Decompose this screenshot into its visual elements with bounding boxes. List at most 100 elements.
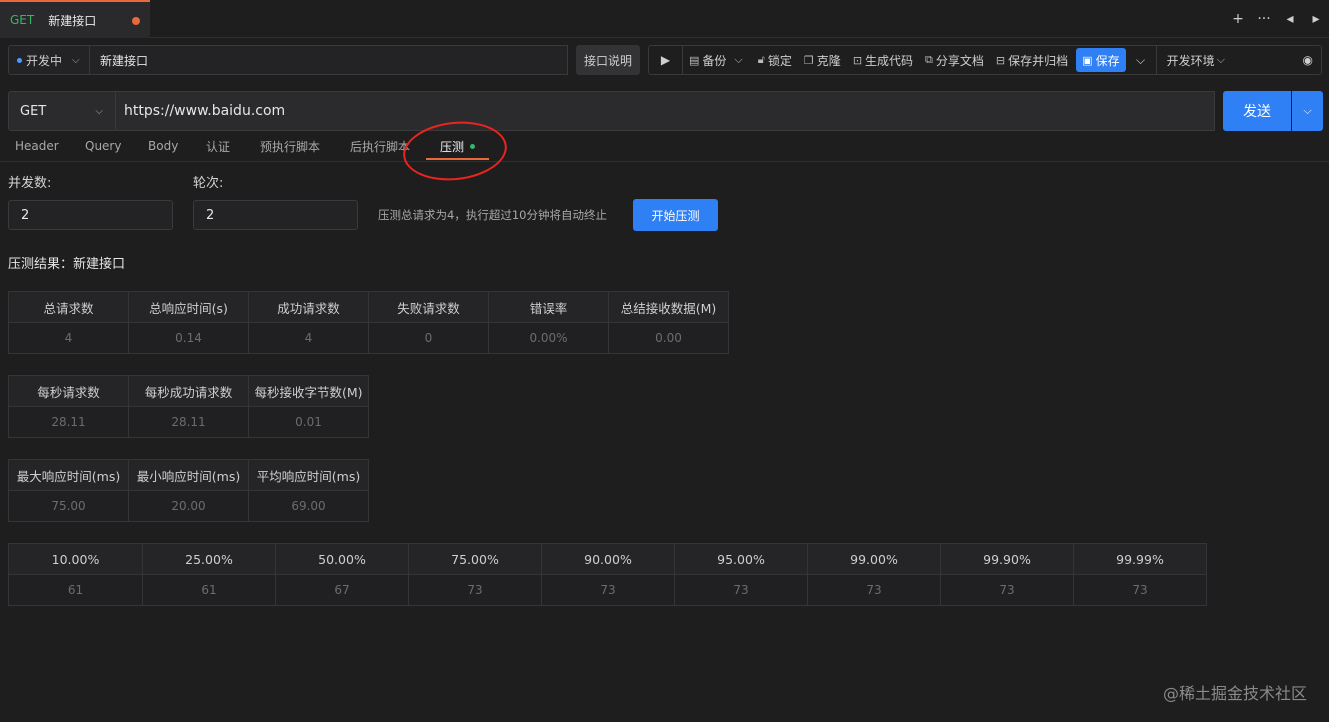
environment-select[interactable]: 开发环境 ⌵ <box>1155 46 1234 74</box>
clone-button[interactable]: ❐ 克隆 <box>798 46 847 74</box>
tab-pre-script[interactable]: 预执行脚本 <box>260 131 320 161</box>
tab-auth[interactable]: 认证 <box>206 131 230 161</box>
table-cell: 73 <box>408 574 542 606</box>
table-cell: 0.14 <box>128 322 249 354</box>
table-header: 99.99% <box>1073 543 1207 575</box>
tab-bar: GET 新建接口 + ··· ◂ ▸ <box>0 0 1329 38</box>
share-icon: ⧉ <box>925 53 933 66</box>
table-cell: 73 <box>807 574 941 606</box>
table-cell: 20.00 <box>128 490 249 522</box>
eye-icon: ◉ <box>1302 53 1313 67</box>
view-environment-button[interactable]: ◉ <box>1297 46 1321 74</box>
status-dot-icon <box>17 57 22 63</box>
chevron-down-icon: ⌵ <box>734 53 743 66</box>
tab-title: 新建接口 <box>48 13 97 28</box>
tab-query[interactable]: Query <box>85 131 121 161</box>
url-input[interactable]: https://www.baidu.com <box>116 91 1215 131</box>
table-cell: 69.00 <box>248 490 369 522</box>
send-button[interactable]: 发送 <box>1223 91 1291 131</box>
table-header: 99.90% <box>940 543 1074 575</box>
table-header: 最小响应时间(ms) <box>128 459 249 491</box>
watermark: @稀土掘金技术社区 <box>1162 684 1307 703</box>
send-options-button[interactable]: ⌵ <box>1292 91 1323 131</box>
share-doc-label: 分享文档 <box>935 53 984 68</box>
table-cell: 0.00 <box>608 322 729 354</box>
table-cell: 73 <box>1073 574 1207 606</box>
save-button[interactable]: ▣ 保存 <box>1076 48 1126 72</box>
unsaved-dot-icon <box>132 17 140 25</box>
rounds-label: 轮次: <box>193 176 224 191</box>
stress-test-hint: 压测总请求为4，执行超过10分钟将自动终止 <box>378 208 607 222</box>
lock-label: 锁定 <box>767 53 792 68</box>
generate-code-label: 生成代码 <box>865 53 914 68</box>
table-header: 50.00% <box>275 543 409 575</box>
table-header: 总响应时间(s) <box>128 291 249 323</box>
tab-post-script[interactable]: 后执行脚本 <box>350 131 410 161</box>
table-header: 失败请求数 <box>368 291 489 323</box>
more-icon[interactable]: ··· <box>1251 11 1277 27</box>
start-stress-test-button[interactable]: 开始压测 <box>633 199 718 231</box>
concurrency-input[interactable]: 2 <box>8 200 173 230</box>
clone-icon: ❐ <box>803 53 814 67</box>
table-header: 10.00% <box>8 543 143 575</box>
rounds-input[interactable]: 2 <box>193 200 358 230</box>
environment-label: 开发环境 <box>1166 53 1215 68</box>
save-options-button[interactable]: ⌵ <box>1126 46 1156 74</box>
table-cell: 73 <box>674 574 808 606</box>
status-select[interactable]: 开发中 ⌵ <box>8 45 90 75</box>
table-cell: 4 <box>248 322 369 354</box>
table-cell: 73 <box>541 574 675 606</box>
table-cell: 28.11 <box>8 406 129 438</box>
backup-label: 备份 <box>702 53 727 68</box>
table-header: 总结接收数据(M) <box>608 291 729 323</box>
table-cell: 75.00 <box>8 490 129 522</box>
save-archive-label: 保存并归档 <box>1008 53 1069 68</box>
table-header: 最大响应时间(ms) <box>8 459 129 491</box>
table-header: 每秒请求数 <box>8 375 129 407</box>
share-doc-button[interactable]: ⧉ 分享文档 <box>919 46 990 74</box>
generate-code-button[interactable]: ⊡ 生成代码 <box>847 46 919 74</box>
scroll-left-icon[interactable]: ◂ <box>1277 11 1303 27</box>
action-toolbar: ▶ ▤ 备份 ⌵ 🔓︎ 锁定 ❐ 克隆 ⊡ 生成代码 ⧉ 分享文档 ⊟ 保存并归档 ▣ 保存 ⌵… <box>648 45 1322 75</box>
table-header: 平均响应时间(ms) <box>248 459 369 491</box>
chevron-down-icon: ⌵ <box>72 54 80 66</box>
tab-header[interactable]: Header <box>15 131 59 161</box>
table-cell: 0.00% <box>488 322 609 354</box>
table-header: 90.00% <box>541 543 675 575</box>
api-name-input[interactable]: 新建接口 <box>90 45 568 75</box>
save-icon: ▣ <box>1082 53 1093 67</box>
tab-body[interactable]: Body <box>148 131 178 161</box>
tab-method: GET <box>10 13 35 27</box>
table-header: 25.00% <box>142 543 276 575</box>
save-archive-button[interactable]: ⊟ 保存并归档 <box>990 46 1074 74</box>
table-header: 每秒接收字节数(M) <box>248 375 369 407</box>
archive-icon: ⊟ <box>995 53 1006 67</box>
backup-button[interactable]: ▤ 备份 ⌵ <box>683 46 752 74</box>
table-cell: 61 <box>8 574 143 606</box>
request-tab[interactable]: GET 新建接口 <box>0 0 150 38</box>
table-header: 错误率 <box>488 291 609 323</box>
save-label: 保存 <box>1095 53 1120 68</box>
table-cell: 0 <box>368 322 489 354</box>
add-tab-icon[interactable]: + <box>1225 11 1251 27</box>
result-title: 压测结果：新建接口 <box>8 257 126 272</box>
response-time-table: 最大响应时间(ms) 最小响应时间(ms) 平均响应时间(ms) 75.00 2… <box>8 459 369 522</box>
chevron-down-icon: ⌵ <box>1303 104 1312 117</box>
table-cell: 67 <box>275 574 409 606</box>
request-subtabs: Header Query Body 认证 预执行脚本 后执行脚本 压测 <box>0 131 1329 162</box>
table-header: 总请求数 <box>8 291 129 323</box>
throughput-table: 每秒请求数 每秒成功请求数 每秒接收字节数(M) 28.11 28.11 0.0… <box>8 375 369 438</box>
table-header: 99.00% <box>807 543 941 575</box>
code-icon: ⊡ <box>852 53 863 67</box>
scroll-right-icon[interactable]: ▸ <box>1303 11 1329 27</box>
table-cell: 0.01 <box>248 406 369 438</box>
api-doc-button[interactable]: 接口说明 <box>576 45 640 75</box>
table-header: 95.00% <box>674 543 808 575</box>
run-button[interactable]: ▶ <box>649 46 683 74</box>
summary-table: 总请求数 总响应时间(s) 成功请求数 失败请求数 错误率 总结接收数据(M) … <box>8 291 729 354</box>
method-select[interactable]: GET ⌵ <box>8 91 116 131</box>
lock-button[interactable]: 🔓︎ 锁定 <box>752 46 798 74</box>
table-cell: 73 <box>940 574 1074 606</box>
lock-icon: 🔓︎ <box>757 53 765 66</box>
table-cell: 61 <box>142 574 276 606</box>
